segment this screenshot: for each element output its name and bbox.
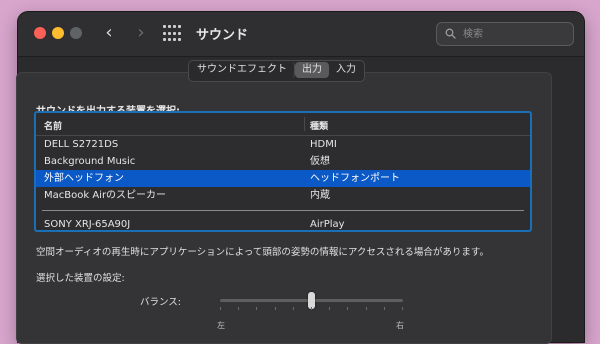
slider-tick — [384, 307, 385, 310]
device-type: 内蔵 — [310, 190, 330, 201]
balance-tickmarks — [220, 307, 403, 311]
balance-label: バランス: — [140, 297, 182, 308]
close-button[interactable] — [34, 27, 46, 39]
table-header: 名前 種類 — [36, 113, 530, 136]
table-row[interactable]: Background Music 仮想 — [36, 153, 530, 170]
device-name: SONY XRJ-65A90J — [44, 219, 131, 230]
balance-slider[interactable] — [220, 292, 403, 309]
slider-tick — [402, 307, 403, 310]
window-title: サウンド — [196, 28, 249, 43]
title-bar: ‹ › サウンド — [18, 12, 584, 57]
slider-tick — [256, 307, 257, 310]
device-type: AirPlay — [310, 219, 345, 230]
search-input[interactable] — [461, 25, 565, 43]
output-device-table[interactable]: 名前 種類 DELL S2721DS HDMI Background Music… — [34, 111, 532, 232]
balance-right-label: 右 — [396, 321, 404, 330]
list-separator — [42, 210, 524, 211]
search-field[interactable] — [436, 22, 574, 46]
device-type: 仮想 — [310, 156, 330, 167]
tab-sound-effects[interactable]: サウンドエフェクト — [190, 62, 295, 78]
device-name: Background Music — [44, 156, 136, 167]
slider-tick — [220, 307, 221, 310]
selected-device-settings-label: 選択した装置の設定: — [36, 273, 125, 284]
segmented-tabs: サウンドエフェクト 出力 入力 — [188, 60, 365, 82]
table-row[interactable]: DELL S2721DS HDMI — [36, 136, 530, 153]
table-row[interactable]: SONY XRJ-65A90J AirPlay — [36, 216, 530, 230]
slider-tick — [238, 307, 239, 310]
column-header-type[interactable]: 種類 — [310, 119, 328, 132]
back-chevron-icon[interactable]: ‹ — [98, 22, 120, 44]
spatial-audio-note: 空間オーディオの再生時にアプリケーションによって頭部の姿勢の情報にアクセスされる… — [36, 247, 489, 258]
zoom-button[interactable] — [70, 27, 82, 39]
minimize-button[interactable] — [52, 27, 64, 39]
device-name: 外部ヘッドフォン — [44, 173, 124, 184]
table-row[interactable]: MacBook Airのスピーカー 内蔵 — [36, 187, 530, 204]
column-divider — [304, 117, 305, 131]
device-type: HDMI — [310, 139, 337, 150]
slider-tick — [311, 307, 312, 310]
search-icon — [445, 28, 456, 39]
device-name: DELL S2721DS — [44, 139, 119, 150]
tab-output[interactable]: 出力 — [295, 62, 329, 78]
table-row-selected[interactable]: 外部ヘッドフォン ヘッドフォンポート — [36, 170, 530, 187]
balance-left-label: 左 — [217, 321, 225, 330]
device-type: ヘッドフォンポート — [310, 173, 400, 184]
device-name: MacBook Airのスピーカー — [44, 190, 167, 201]
slider-tick — [366, 307, 367, 310]
slider-tick — [275, 307, 276, 310]
slider-tick — [347, 307, 348, 310]
slider-tick — [329, 307, 330, 310]
column-header-name[interactable]: 名前 — [44, 119, 62, 132]
tab-input[interactable]: 入力 — [329, 62, 363, 78]
show-all-grid-icon[interactable] — [163, 25, 181, 43]
forward-chevron-icon[interactable]: › — [130, 22, 152, 44]
slider-tick — [293, 307, 294, 310]
